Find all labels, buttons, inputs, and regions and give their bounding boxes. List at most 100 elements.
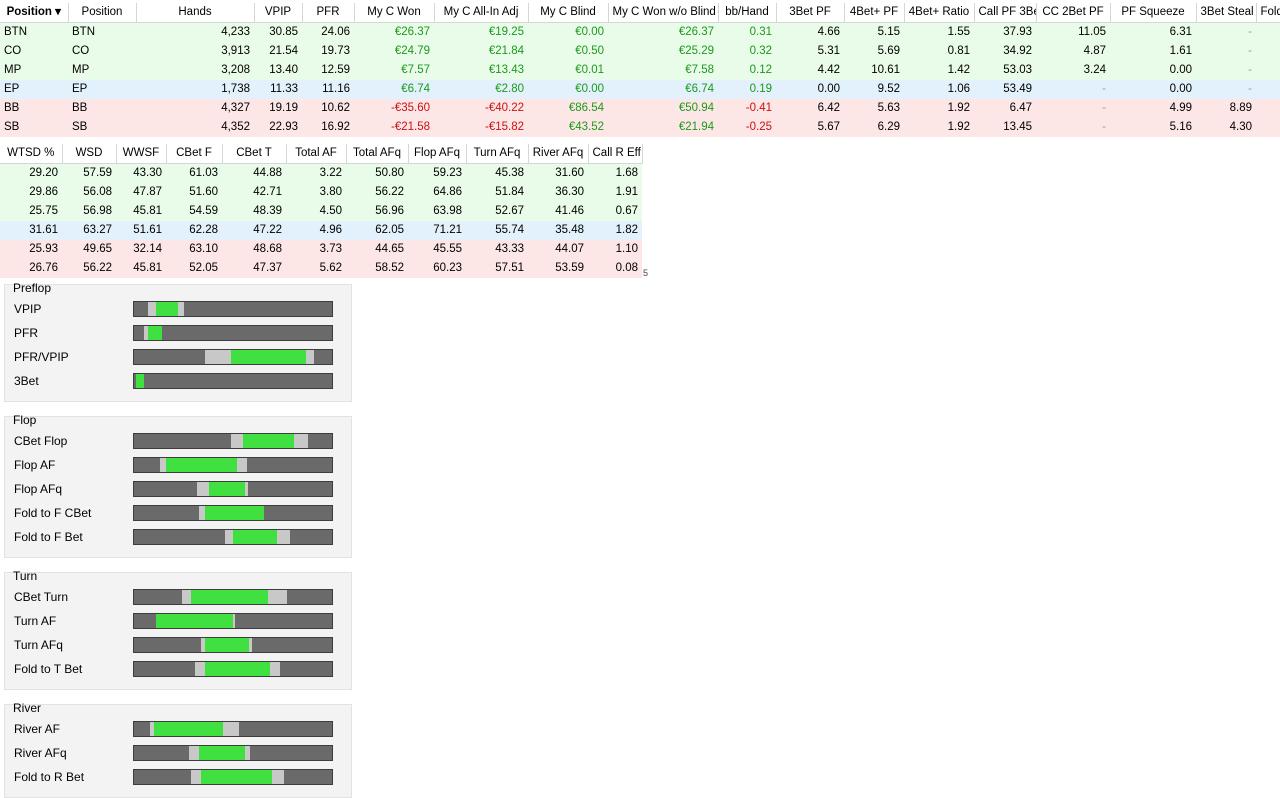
table-row[interactable]: 26.76 56.22 45.81 52.05 47.37 5.62 58.52 60.23 5… xyxy=(0,259,642,278)
column-header-pfr[interactable]: PFR xyxy=(302,3,355,23)
table-cell: CO xyxy=(0,42,68,61)
table-cell: 48.68 xyxy=(222,240,286,259)
table-cell: 5.15 xyxy=(844,22,904,42)
table-cell: 58.52 xyxy=(346,259,408,278)
column-header-total-afq[interactable]: Total AFq xyxy=(346,144,409,164)
column-header-my-c-blind[interactable]: My C Blind xyxy=(528,3,609,23)
column-header-vpip[interactable]: VPIP xyxy=(254,3,303,23)
table-cell: €21.94 xyxy=(608,118,718,137)
table-cell: 36.30 xyxy=(528,183,588,202)
table-cell: 71.21 xyxy=(408,221,466,240)
column-header-wwsf[interactable]: WWSF xyxy=(116,144,167,164)
table-row[interactable]: 29.86 56.08 47.87 51.60 42.71 3.80 56.22 64.86 5… xyxy=(0,183,642,202)
column-header-call-r-eff[interactable]: Call R Eff xyxy=(588,144,643,164)
table-cell: - xyxy=(1036,118,1110,137)
column-header-my-c-won-w-o-blind[interactable]: My C Won w/o Blind xyxy=(608,3,719,23)
column-header-wsd[interactable]: WSD xyxy=(62,144,117,164)
table-cell: €19.25 xyxy=(434,22,528,42)
table-cell: -€15.82 xyxy=(434,118,528,137)
stat-value-band xyxy=(205,662,270,676)
table-row[interactable]: CO CO 3,913 21.54 19.73 €24.79 €21.84 €0.50 €25.… xyxy=(0,42,1280,61)
table-cell: 32.14 xyxy=(116,240,166,259)
table-cell: 63.10 xyxy=(166,240,222,259)
table-cell: 87.42 xyxy=(1256,118,1280,137)
stat-value-band xyxy=(231,350,306,364)
table-cell: 12.59 xyxy=(302,61,354,80)
column-header-3bet-pf[interactable]: 3Bet PF xyxy=(776,3,845,23)
column-header-3bet-steal[interactable]: 3Bet Steal xyxy=(1196,3,1257,23)
column-header-cc-2bet-pf[interactable]: CC 2Bet PF xyxy=(1036,3,1111,23)
column-header-4bet-ratio[interactable]: 4Bet+ Ratio xyxy=(904,3,975,23)
table-cell: 6.47 xyxy=(974,99,1036,118)
table-cell: €43.52 xyxy=(528,118,608,137)
table-cell: 63.98 xyxy=(408,202,466,221)
table-row[interactable]: EP EP 1,738 11.33 11.16 €6.74 €2.80 €0.00 €6.74 0… xyxy=(0,80,1280,99)
table-row[interactable]: SB SB 4,352 22.93 16.92 -€21.58 -€15.82 €43.52 €… xyxy=(0,118,1280,137)
table-row[interactable]: MP MP 3,208 13.40 12.59 €7.57 €13.43 €0.01 €7.58… xyxy=(0,61,1280,80)
table-cell: 56.08 xyxy=(62,183,116,202)
panel-title: Flop xyxy=(13,413,37,427)
table-cell: 37.93 xyxy=(974,22,1036,42)
table-cell: 45.38 xyxy=(466,163,528,183)
column-header-pf-squeeze[interactable]: PF Squeeze xyxy=(1110,3,1197,23)
table-cell: 5.67 xyxy=(776,118,844,137)
table-cell: €26.37 xyxy=(354,22,434,42)
table-cell: 5.62 xyxy=(286,259,346,278)
table-cell: €0.00 xyxy=(528,22,608,42)
column-header-flop-afq[interactable]: Flop AFq xyxy=(408,144,467,164)
stat-value-band xyxy=(205,506,264,520)
column-header-position[interactable]: Position xyxy=(68,3,137,23)
table-row[interactable]: 25.75 56.98 45.81 54.59 48.39 4.50 56.96 63.98 5… xyxy=(0,202,642,221)
table-cell: 51.84 xyxy=(466,183,528,202)
table-cell: 8.89 xyxy=(1196,99,1256,118)
column-header-my-c-won[interactable]: My C Won xyxy=(354,3,435,23)
column-header-position[interactable]: Position ▾ xyxy=(0,3,69,23)
table-cell: SB xyxy=(0,118,68,137)
column-header-river-afq[interactable]: River AFq xyxy=(528,144,589,164)
stat-label: Flop AF xyxy=(14,458,56,472)
column-header-my-c-all-in-adj[interactable]: My C All-In Adj xyxy=(434,3,529,23)
table-cell: 64.86 xyxy=(408,183,466,202)
table-cell: 26.76 xyxy=(0,259,62,278)
column-header-hands[interactable]: Hands xyxy=(136,3,255,23)
table-cell: €6.74 xyxy=(608,80,718,99)
column-header-4bet-pf[interactable]: 4Bet+ PF xyxy=(844,3,905,23)
stat-label: Flop AFq xyxy=(14,482,63,496)
table-cell: 34.92 xyxy=(974,42,1036,61)
column-header-fold-to-steal[interactable]: Fold to Steal xyxy=(1256,3,1280,23)
stat-value-band xyxy=(199,746,245,760)
table-cell: 56.22 xyxy=(62,259,116,278)
table-cell: 11.16 xyxy=(302,80,354,99)
column-header-cbet-t[interactable]: CBet T xyxy=(222,144,287,164)
table-row[interactable]: BB BB 4,327 19.19 10.62 -€35.60 -€40.22 €86.54 €… xyxy=(0,99,1280,118)
column-header-cbet-f[interactable]: CBet F xyxy=(166,144,223,164)
table-cell: 52.05 xyxy=(166,259,222,278)
table-cell: 59.23 xyxy=(408,163,466,183)
column-header-bb-hand[interactable]: bb/Hand xyxy=(718,3,777,23)
table-cell: 1.42 xyxy=(904,61,974,80)
column-header-call-pf-3bet[interactable]: Call PF 3Bet xyxy=(974,3,1037,23)
table-cell: - xyxy=(1036,80,1110,99)
table-cell: 4,352 xyxy=(136,118,254,137)
table-cell: 13.45 xyxy=(974,118,1036,137)
panel-title: River xyxy=(13,701,42,715)
table-cell: - xyxy=(1196,42,1256,61)
stat-value-band xyxy=(191,590,268,604)
table-cell: 3,208 xyxy=(136,61,254,80)
table-cell: 50.80 xyxy=(346,163,408,183)
table-row[interactable]: 29.20 57.59 43.30 61.03 44.88 3.22 50.80 59.23 4… xyxy=(0,163,642,183)
table-cell: -€35.60 xyxy=(354,99,434,118)
column-header-turn-afq[interactable]: Turn AFq xyxy=(466,144,529,164)
table-cell: 53.03 xyxy=(974,61,1036,80)
column-header-total-af[interactable]: Total AF xyxy=(286,144,347,164)
table-cell: 22.93 xyxy=(254,118,302,137)
table-cell: -0.25 xyxy=(718,118,776,137)
panel-river: River River AF River AFq Fold to R Bet xyxy=(4,701,352,798)
table-row[interactable]: 25.93 49.65 32.14 63.10 48.68 3.73 44.65 45.55 4… xyxy=(0,240,642,259)
table-row[interactable]: 31.61 63.27 51.61 62.28 47.22 4.96 62.05 71.21 5… xyxy=(0,221,642,240)
column-header-wtsd[interactable]: WTSD % xyxy=(0,144,63,164)
stat-value-band xyxy=(156,302,178,316)
table-cell: 19.19 xyxy=(254,99,302,118)
stat-range-bar-pfr-vpip xyxy=(133,349,333,365)
table-row[interactable]: BTN BTN 4,233 30.85 24.06 €26.37 €19.25 €0.00 €2… xyxy=(0,22,1280,42)
